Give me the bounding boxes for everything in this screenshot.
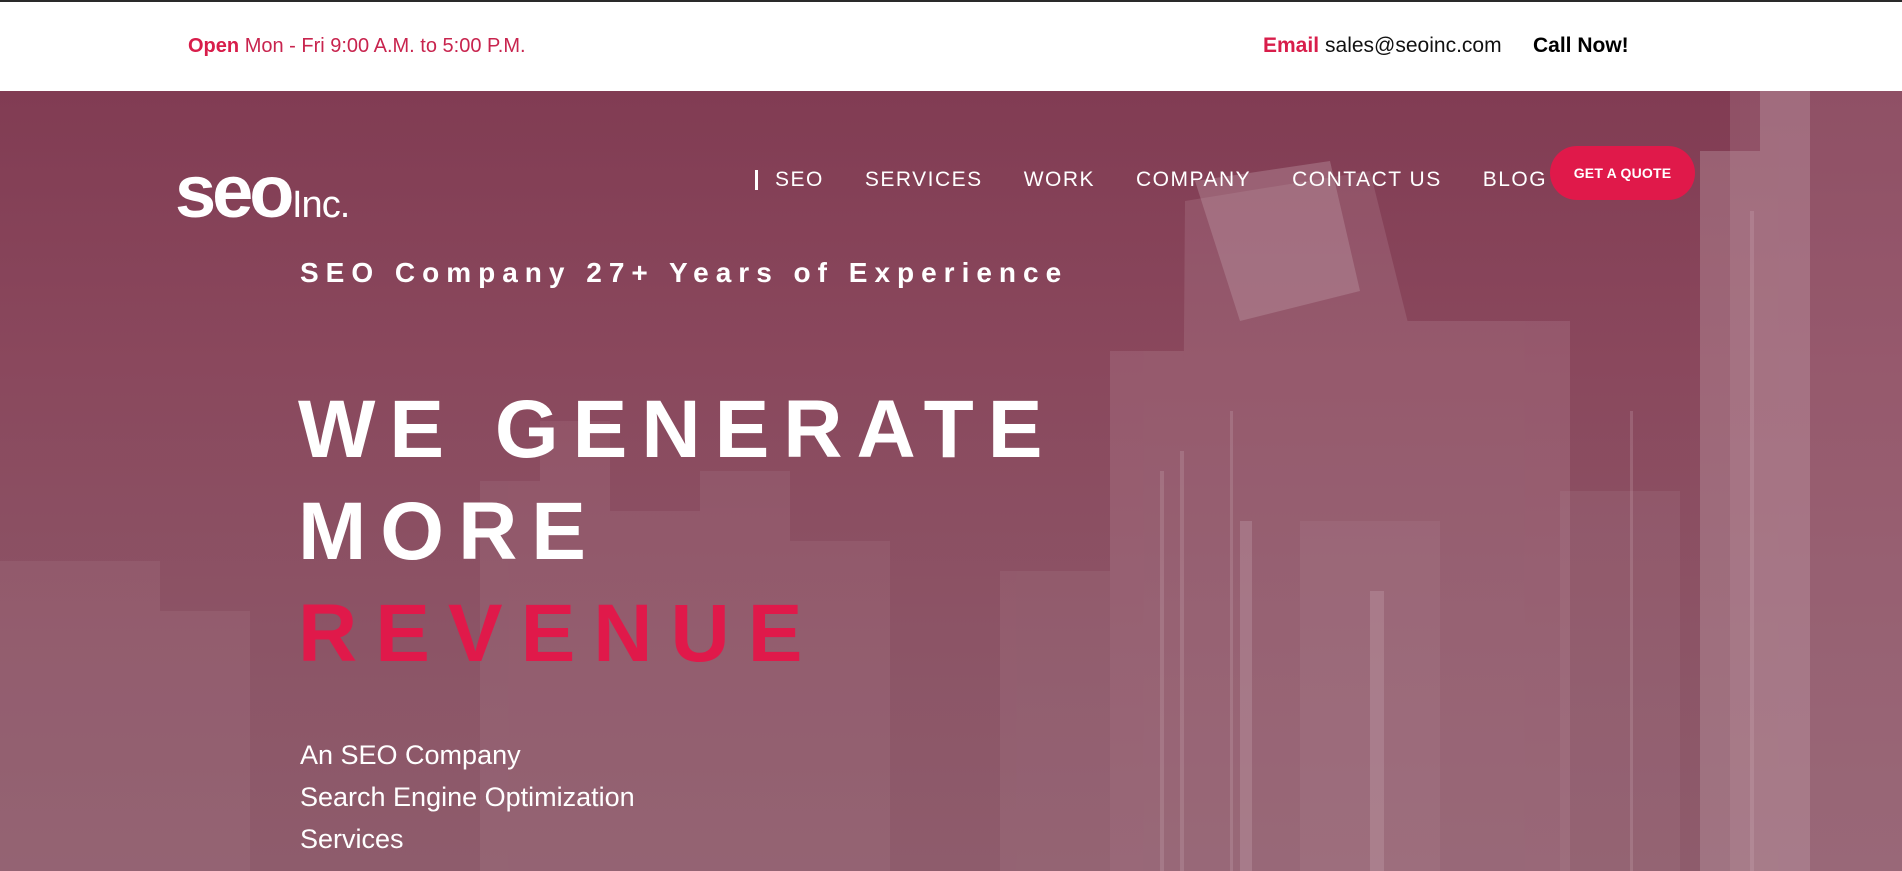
headline-line-1: WE GENERATE bbox=[298, 384, 1057, 475]
email-contact[interactable]: Email sales@seoinc.com bbox=[1263, 34, 1502, 58]
logo-text: seo bbox=[175, 150, 292, 229]
nav-divider bbox=[755, 170, 758, 190]
nav-item-seo[interactable]: SEO bbox=[775, 168, 824, 192]
headline-line-3-accent: REVENUE bbox=[298, 588, 821, 679]
get-a-quote-button[interactable]: GET A QUOTE bbox=[1550, 146, 1695, 200]
logo-suffix: Inc. bbox=[292, 184, 349, 226]
nav-item-work[interactable]: WORK bbox=[1024, 168, 1095, 192]
seoinc-logo[interactable]: seo Inc. bbox=[175, 149, 375, 233]
email-link[interactable]: sales@seoinc.com bbox=[1325, 34, 1502, 57]
call-now-link[interactable]: Call Now! bbox=[1533, 34, 1629, 58]
email-label: Email bbox=[1263, 34, 1320, 57]
nav-item-blog[interactable]: BLOG bbox=[1483, 168, 1547, 192]
subtext-line-1: An SEO Company bbox=[300, 740, 521, 770]
hero-section: seo Inc. SEO SERVICES WORK COMPANY CONTA… bbox=[0, 91, 1902, 871]
nav-item-services[interactable]: SERVICES bbox=[865, 168, 983, 192]
subtext-line-3: Services bbox=[300, 824, 404, 854]
hours-text: Mon - Fri 9:00 A.M. to 5:00 P.M. bbox=[244, 35, 526, 57]
main-nav: SEO SERVICES WORK COMPANY CONTACT US BLO… bbox=[755, 163, 1547, 197]
nav-item-contact-us[interactable]: CONTACT US bbox=[1292, 168, 1442, 192]
hero-headline: WE GENERATE MORE REVENUE bbox=[298, 379, 1056, 685]
hero-subtext: An SEO Company Search Engine Optimizatio… bbox=[300, 734, 635, 860]
logo-mark: seo Inc. bbox=[175, 150, 350, 233]
business-hours: Open Mon - Fri 9:00 A.M. to 5:00 P.M. bbox=[188, 35, 526, 58]
hero-eyebrow: SEO Company 27+ Years of Experience bbox=[300, 257, 1069, 288]
nav-item-company[interactable]: COMPANY bbox=[1136, 168, 1251, 192]
headline-line-2: MORE bbox=[298, 486, 600, 577]
top-info-bar: Open Mon - Fri 9:00 A.M. to 5:00 P.M. Em… bbox=[0, 0, 1902, 91]
hours-label: Open bbox=[188, 35, 240, 57]
subtext-line-2: Search Engine Optimization bbox=[300, 782, 635, 812]
